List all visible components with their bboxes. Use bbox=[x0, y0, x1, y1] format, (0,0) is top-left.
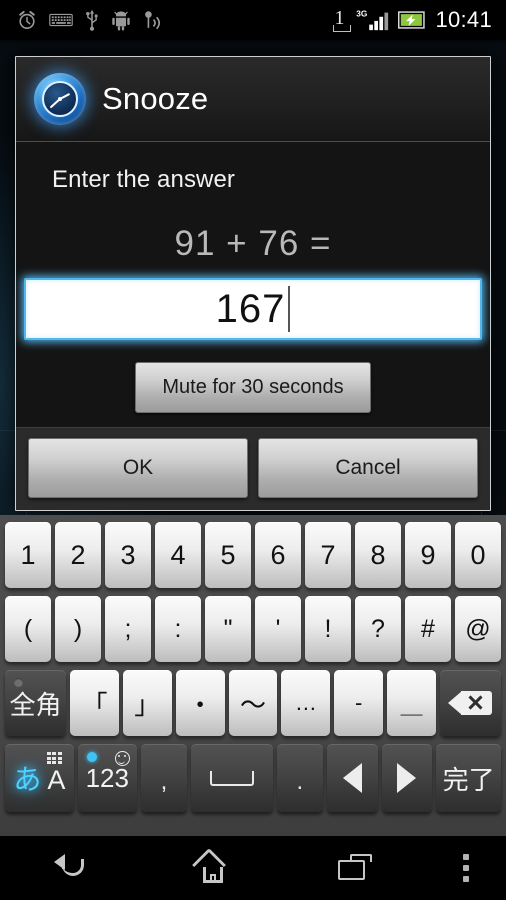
key-9[interactable]: 9 bbox=[405, 522, 451, 588]
status-bar-clock: 10:41 bbox=[435, 7, 492, 32]
key-6[interactable]: 6 bbox=[255, 522, 301, 588]
key-3[interactable]: 3 bbox=[105, 522, 151, 588]
key-middle-dot[interactable]: ・ bbox=[175, 670, 225, 736]
dialog-body: Enter the answer 91 + 76 = 167 Mute for … bbox=[16, 142, 490, 427]
dialog-title-bar: Snooze bbox=[16, 57, 490, 141]
zenkaku-indicator-dot bbox=[14, 678, 23, 687]
space-icon bbox=[209, 770, 254, 786]
cancel-button[interactable]: Cancel bbox=[258, 438, 478, 498]
key-backspace[interactable] bbox=[439, 670, 501, 736]
svg-text:3G: 3G bbox=[357, 8, 368, 18]
numeric-mode-indicator-dot bbox=[86, 752, 97, 762]
signal-3g-icon: 3G bbox=[357, 8, 389, 31]
keyboard-row-symbols: ( ) ; : " ' ! ? # @ bbox=[2, 593, 504, 667]
menu-icon bbox=[463, 854, 469, 882]
answer-field-wrapper: 167 bbox=[16, 278, 490, 340]
android-robot-icon bbox=[112, 10, 130, 30]
latin-label: A bbox=[47, 765, 66, 795]
key-arrow-left[interactable] bbox=[326, 744, 378, 812]
status-bar[interactable]: 1 3G 10:41 bbox=[0, 0, 506, 40]
key-8[interactable]: 8 bbox=[355, 522, 401, 588]
key-paren-close[interactable]: ) bbox=[55, 596, 101, 662]
key-question[interactable]: ? bbox=[355, 596, 401, 662]
statusbar-shadow bbox=[0, 40, 506, 44]
arrow-left-icon bbox=[342, 763, 362, 793]
key-period[interactable]: . bbox=[276, 744, 323, 812]
clock-center-pin bbox=[58, 97, 62, 101]
nav-menu-button[interactable] bbox=[426, 854, 506, 882]
key-5[interactable]: 5 bbox=[205, 522, 251, 588]
answer-input-value: 167 bbox=[215, 286, 286, 331]
mute-button-row: Mute for 30 seconds bbox=[16, 340, 490, 413]
key-bracket-close[interactable]: 」 bbox=[122, 670, 172, 736]
key-semicolon[interactable]: ; bbox=[105, 596, 151, 662]
key-underscore[interactable]: ＿ bbox=[387, 670, 436, 736]
mute-button[interactable]: Mute for 30 seconds bbox=[135, 362, 371, 413]
emoji-icon bbox=[114, 751, 130, 766]
key-numeric-label: 123 bbox=[85, 762, 129, 793]
key-double-quote[interactable]: " bbox=[205, 596, 251, 662]
keyboard-row-bottom: あ A 123 , . 完了 bbox=[2, 741, 504, 817]
key-comma[interactable]: , bbox=[140, 744, 188, 812]
key-space[interactable] bbox=[191, 744, 273, 812]
dialog-footer: OK Cancel bbox=[16, 427, 490, 510]
navigation-bar bbox=[0, 836, 506, 900]
status-bar-right-icons: 1 3G 10:41 bbox=[333, 7, 506, 33]
text-cursor bbox=[288, 286, 291, 332]
key-numeric-mode[interactable]: 123 bbox=[77, 744, 137, 812]
snooze-dialog: Snooze Enter the answer 91 + 76 = 167 Mu… bbox=[15, 56, 491, 511]
key-colon[interactable]: : bbox=[155, 596, 201, 662]
alarm-clock-icon bbox=[19, 10, 35, 29]
arrow-right-icon bbox=[397, 763, 417, 793]
key-wave-dash[interactable]: 〜 bbox=[228, 670, 278, 736]
on-screen-keyboard: 1 2 3 4 5 6 7 8 9 0 ( ) ; : " ' ! ? # @ … bbox=[0, 515, 506, 836]
key-7[interactable]: 7 bbox=[305, 522, 351, 588]
key-4[interactable]: 4 bbox=[155, 522, 201, 588]
key-paren-open[interactable]: ( bbox=[5, 596, 51, 662]
keyboard-icon bbox=[49, 13, 73, 27]
key-apostrophe[interactable]: ' bbox=[255, 596, 301, 662]
key-zenkaku[interactable]: 全角 bbox=[5, 670, 67, 736]
battery-charging-icon bbox=[398, 11, 426, 29]
home-icon bbox=[192, 847, 230, 884]
wifi-tether-icon bbox=[145, 10, 161, 29]
nav-home-button[interactable] bbox=[142, 847, 284, 884]
key-arrow-right[interactable] bbox=[381, 744, 433, 812]
hiragana-label: あ bbox=[13, 764, 42, 795]
nav-back-button[interactable] bbox=[0, 853, 142, 883]
math-question: 91 + 76 = bbox=[174, 224, 332, 263]
status-bar-left-icons bbox=[0, 9, 164, 31]
key-language-toggle[interactable]: あ A bbox=[5, 744, 74, 812]
keyboard-row-numbers: 1 2 3 4 5 6 7 8 9 0 bbox=[2, 519, 504, 593]
prompt-label: Enter the answer bbox=[52, 166, 236, 193]
key-done[interactable]: 完了 bbox=[436, 744, 502, 812]
answer-input[interactable]: 167 bbox=[24, 278, 482, 340]
dialog-title: Snooze bbox=[102, 81, 209, 116]
grid-icon bbox=[46, 752, 65, 765]
key-hash[interactable]: # bbox=[405, 596, 451, 662]
key-0[interactable]: 0 bbox=[455, 522, 501, 588]
key-hyphen[interactable]: - bbox=[334, 670, 384, 736]
usb-icon bbox=[86, 9, 98, 31]
key-zenkaku-label: 全角 bbox=[9, 689, 62, 720]
back-icon bbox=[54, 853, 88, 883]
nav-recents-button[interactable] bbox=[284, 854, 426, 882]
key-ellipsis[interactable]: … bbox=[281, 670, 331, 736]
key-2[interactable]: 2 bbox=[55, 522, 101, 588]
key-1[interactable]: 1 bbox=[5, 522, 51, 588]
key-bracket-open[interactable]: 「 bbox=[70, 670, 119, 736]
recents-icon bbox=[338, 854, 372, 882]
ok-button[interactable]: OK bbox=[28, 438, 248, 498]
alarm-clock-icon bbox=[34, 73, 86, 125]
key-exclamation[interactable]: ! bbox=[305, 596, 351, 662]
backspace-icon bbox=[448, 689, 493, 717]
keyboard-row-jp-symbols: 全角 「 」 ・ 〜 … - ＿ bbox=[2, 667, 504, 741]
sim-indicator: 1 bbox=[333, 8, 352, 32]
key-at[interactable]: @ bbox=[455, 596, 501, 662]
